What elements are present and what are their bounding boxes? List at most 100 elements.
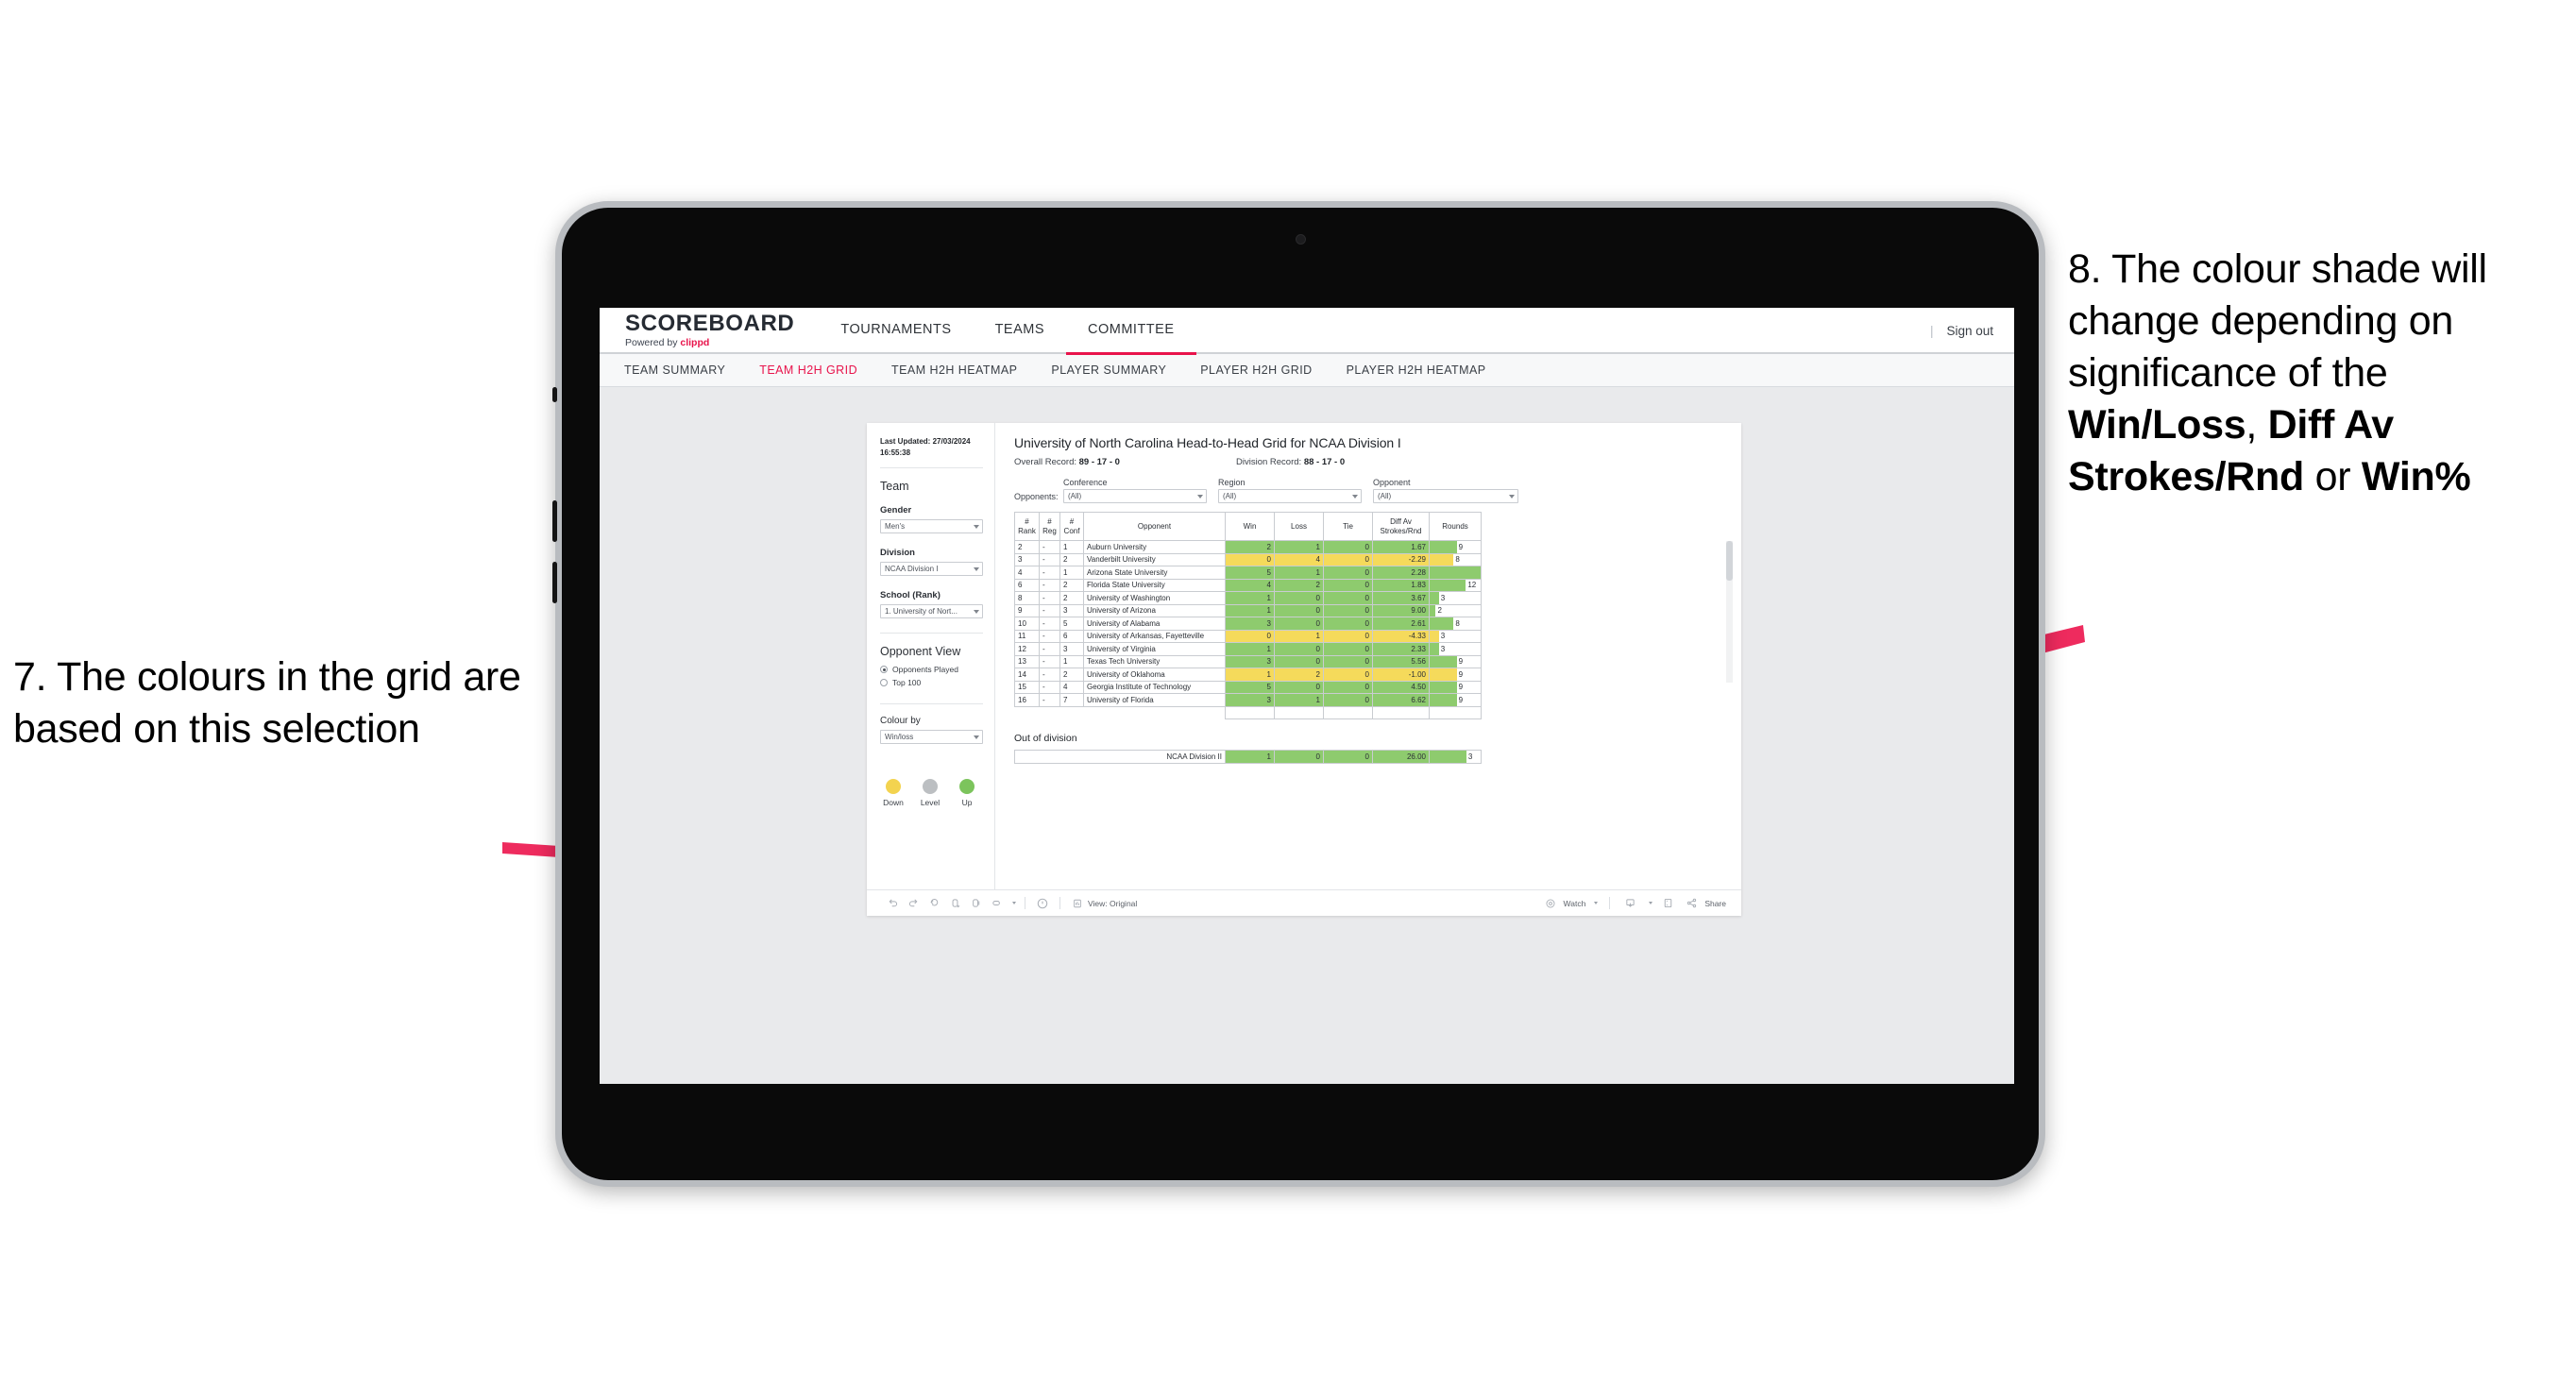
- cell-conf: 3: [1059, 642, 1084, 656]
- topnav-item-teams[interactable]: TEAMS: [974, 308, 1066, 353]
- cell-diff-av-strokes: 4.50: [1372, 680, 1430, 694]
- filter-opponent-value: (All): [1378, 492, 1392, 500]
- pan-icon[interactable]: [986, 893, 1007, 914]
- division-select[interactable]: NCAA Division I: [880, 562, 983, 577]
- cell-rank: 6: [1014, 578, 1040, 592]
- cell-opponent: Auburn University: [1083, 540, 1226, 554]
- cell-blank: [1014, 705, 1040, 719]
- cell-reg: -: [1039, 693, 1060, 707]
- division-record-value: 88 - 17 - 0: [1303, 457, 1346, 467]
- cell-loss: 4: [1274, 552, 1324, 566]
- revert-icon[interactable]: [924, 893, 944, 914]
- col-header-reg[interactable]: # Reg: [1039, 512, 1060, 541]
- cell-opponent: University of Oklahoma: [1083, 668, 1226, 682]
- download-icon[interactable]: [1619, 893, 1640, 914]
- out-of-division-row[interactable]: NCAA Division II 1 0 0 26.00 3: [1014, 750, 1482, 764]
- subnav-item-player-summary[interactable]: PLAYER SUMMARY: [1051, 363, 1166, 377]
- ipad-screen: SCOREBOARD Powered by clippd TOURNAMENTS…: [600, 308, 2014, 1084]
- school-rank-select[interactable]: 1. University of Nort...: [880, 604, 983, 619]
- subnav-item-player-h2h-heatmap[interactable]: PLAYER H2H HEATMAP: [1347, 363, 1486, 377]
- gender-select[interactable]: Men's: [880, 519, 983, 534]
- cell-opponent: Texas Tech University: [1083, 654, 1226, 668]
- cell-conf: 2: [1059, 668, 1084, 682]
- overall-record-label: Overall Record:: [1014, 457, 1076, 467]
- col-header-conf[interactable]: # Conf: [1059, 512, 1084, 541]
- workbook-content: University of North Carolina Head-to-Hea…: [995, 423, 1741, 889]
- watch-dropdown-caret-icon[interactable]: [1588, 893, 1600, 914]
- filter-conference-label: Conference: [1063, 478, 1108, 487]
- table-row[interactable]: 6-2 Florida State University 4 2 0 1.83 12: [1014, 578, 1482, 592]
- opponent-filters: Opponents: Conference (All) Region (All)…: [1014, 478, 1724, 503]
- table-row[interactable]: 8-2 University of Washington 1 0 0 3.67 3: [1014, 591, 1482, 605]
- cell-diff-av-strokes: 1.67: [1372, 540, 1430, 554]
- rounds-value: 3: [1467, 752, 1473, 761]
- col-header-rounds[interactable]: Rounds: [1429, 512, 1482, 541]
- watch-icon[interactable]: [1540, 893, 1561, 914]
- col-header-loss[interactable]: Loss: [1274, 512, 1324, 541]
- col-header-diff-av-strokes[interactable]: Diff Av Strokes/Rnd: [1372, 512, 1430, 541]
- undo-icon[interactable]: [882, 893, 903, 914]
- cell-conf: 4: [1059, 680, 1084, 694]
- cell-rounds: 8: [1429, 552, 1482, 566]
- col-header-rank[interactable]: # Rank: [1014, 512, 1040, 541]
- pan-dropdown-caret-icon[interactable]: [1007, 893, 1018, 914]
- chevron-down-icon: [974, 525, 979, 530]
- col-header-tie[interactable]: Tie: [1323, 512, 1373, 541]
- cell-win: 5: [1225, 680, 1275, 694]
- cell-out-rounds: 3: [1429, 750, 1482, 764]
- filter-opponent-select[interactable]: (All): [1373, 489, 1518, 503]
- table-row[interactable]: 3-2 Vanderbilt University 0 4 0 -2.29 8: [1014, 552, 1482, 566]
- watch-label[interactable]: Watch: [1564, 899, 1586, 908]
- cell-tie: 0: [1323, 566, 1373, 580]
- cell-conf: 7: [1059, 693, 1084, 707]
- share-label[interactable]: Share: [1704, 899, 1726, 908]
- share-icon[interactable]: [1681, 893, 1702, 914]
- grid-scrollbar-thumb[interactable]: [1726, 541, 1733, 581]
- table-row[interactable]: 16-7 University of Florida 3 1 0 6.62 9: [1014, 693, 1482, 707]
- subnav-item-team-h2h-grid[interactable]: TEAM H2H GRID: [759, 363, 857, 377]
- colour-by-select[interactable]: Win/loss: [880, 730, 983, 745]
- subnav-item-player-h2h-grid[interactable]: PLAYER H2H GRID: [1200, 363, 1312, 377]
- division-select-value: NCAA Division I: [885, 565, 939, 574]
- col-header-win[interactable]: Win: [1225, 512, 1275, 541]
- panel-heading-opponent-view: Opponent View: [880, 645, 961, 659]
- cell-reg: -: [1039, 540, 1060, 554]
- filter-region-select[interactable]: (All): [1218, 489, 1362, 503]
- fullscreen-icon[interactable]: [1657, 893, 1678, 914]
- subnav-item-team-h2h-heatmap[interactable]: TEAM H2H HEATMAP: [891, 363, 1017, 377]
- subnav-item-team-summary[interactable]: TEAM SUMMARY: [624, 363, 725, 377]
- table-row[interactable]: 13-1 Texas Tech University 3 0 0 5.56 9: [1014, 654, 1482, 668]
- refresh-icon[interactable]: [944, 893, 965, 914]
- radio-opponents-played[interactable]: Opponents Played: [880, 665, 983, 674]
- table-row[interactable]: 10-5 University of Alabama 3 0 0 2.61 8: [1014, 617, 1482, 631]
- pause-icon[interactable]: [965, 893, 986, 914]
- radio-icon-selected: [880, 666, 888, 674]
- table-row[interactable]: 15-4 Georgia Institute of Technology 5 0 0 4.…: [1014, 680, 1482, 694]
- download-dropdown-caret-icon[interactable]: [1643, 893, 1654, 914]
- out-of-division-title: Out of division: [1014, 733, 1077, 744]
- cell-conf: 3: [1059, 603, 1084, 617]
- cell-opponent: Arizona State University: [1083, 566, 1226, 580]
- radio-top-100[interactable]: Top 100: [880, 678, 983, 687]
- view-original-label[interactable]: View: Original: [1088, 899, 1137, 908]
- sign-out-link[interactable]: Sign out: [1946, 324, 1993, 338]
- out-of-division-body: NCAA Division II 1 0 0 26.00 3: [1014, 750, 1482, 764]
- view-icon[interactable]: [1067, 893, 1088, 914]
- col-header-opponent[interactable]: Opponent: [1083, 512, 1226, 541]
- table-row[interactable]: 9-3 University of Arizona 1 0 0 9.00 2: [1014, 603, 1482, 617]
- table-row[interactable]: 11-6 University of Arkansas, Fayetteville…: [1014, 629, 1482, 643]
- cell-loss: 1: [1274, 540, 1324, 554]
- cell-rank: 11: [1014, 629, 1040, 643]
- redo-icon[interactable]: [903, 893, 924, 914]
- table-row[interactable]: 14-2 University of Oklahoma 1 2 0 -1.00 9: [1014, 668, 1482, 682]
- scoreboard-logo[interactable]: SCOREBOARD Powered by clippd: [600, 312, 819, 348]
- chevron-down-icon: [974, 567, 979, 572]
- table-row[interactable]: 12-3 University of Virginia 1 0 0 2.33 3: [1014, 642, 1482, 656]
- table-row[interactable]: 4-1Arizona State University5102.2817: [1014, 566, 1482, 580]
- filter-conference-select[interactable]: (All): [1063, 489, 1207, 503]
- topnav-item-tournaments[interactable]: TOURNAMENTS: [819, 308, 973, 353]
- grid-vertical-scrollbar[interactable]: [1726, 541, 1733, 683]
- help-icon[interactable]: [1032, 893, 1053, 914]
- topnav-item-committee[interactable]: COMMITTEE: [1066, 308, 1196, 355]
- table-row[interactable]: 2-1 Auburn University 2 1 0 1.67 9: [1014, 540, 1482, 554]
